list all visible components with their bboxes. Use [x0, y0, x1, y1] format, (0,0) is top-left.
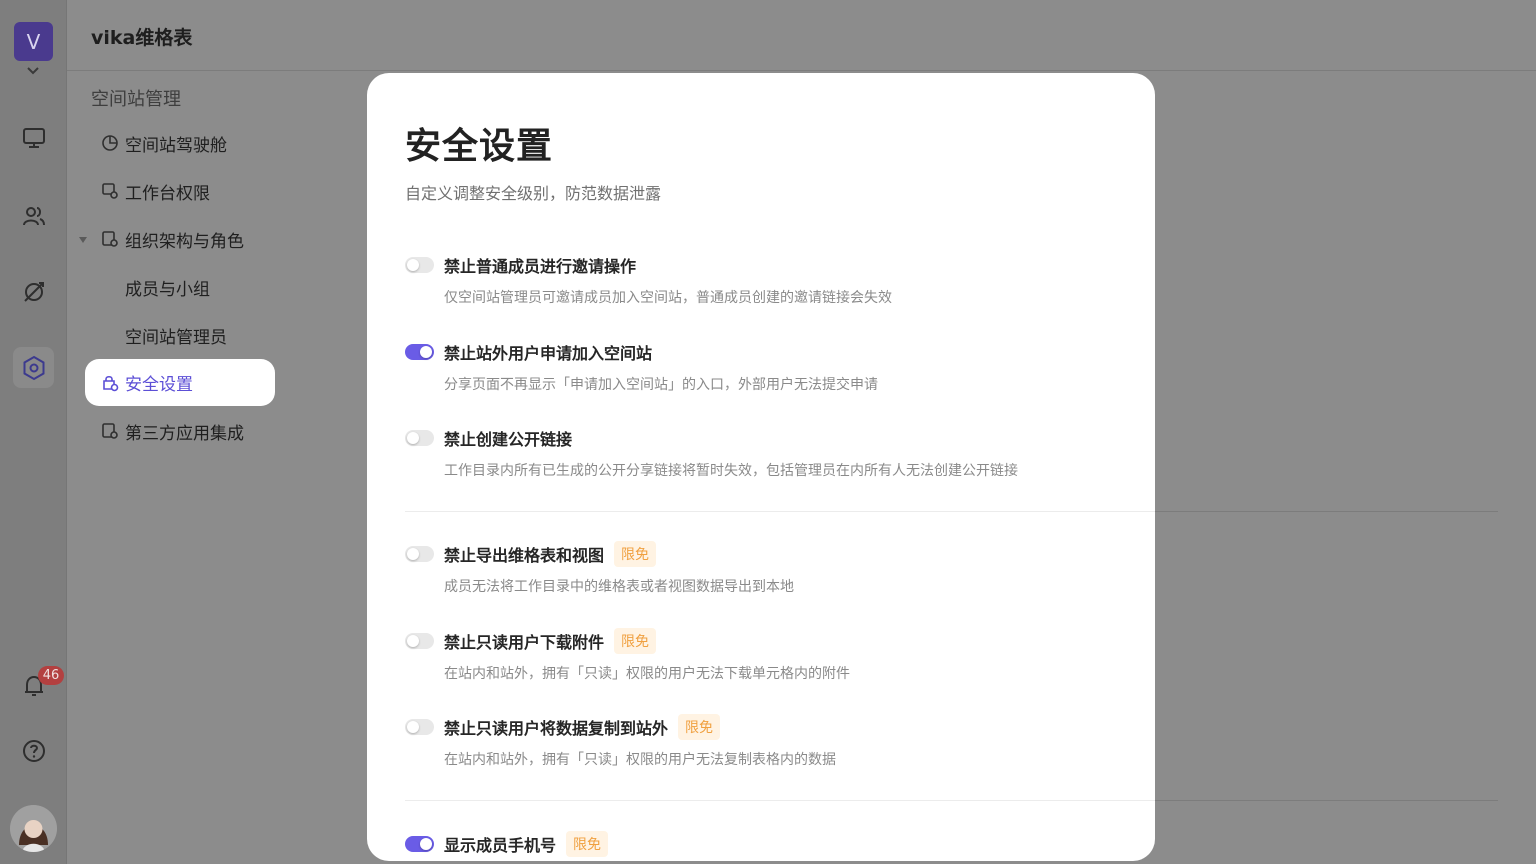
free-tag: 限免	[566, 831, 609, 857]
notification-badge: 46	[38, 666, 64, 685]
setting-label: 显示成员手机号	[444, 836, 557, 855]
org-icon	[101, 230, 119, 248]
sidebar-item-label: 组织架构与角色	[125, 231, 244, 252]
sidebar-item-label: 第三方应用集成	[125, 423, 244, 444]
background-divider	[1150, 511, 1498, 512]
setting-disable-invite: 禁止普通成员进行邀请操作 仅空间站管理员可邀请成员加入空间站，普通成员创建的邀请…	[405, 252, 1145, 307]
security-icon	[101, 374, 119, 392]
left-rail: V 46	[0, 0, 67, 864]
space-settings-nav-button[interactable]	[13, 347, 54, 388]
settings-sidebar: 空间站管理 空间站驾驶舱 工作台权限 组织架构与角色 成员与小组 空间站管理员 …	[67, 72, 367, 864]
sidebar-item-integrations[interactable]: 第三方应用集成	[85, 408, 275, 454]
free-tag: 限免	[614, 628, 657, 654]
sidebar-item-dashboard[interactable]: 空间站驾驶舱	[85, 120, 275, 166]
free-tag: 限免	[614, 541, 657, 567]
setting-label: 禁止只读用户下载附件	[444, 633, 605, 652]
sidebar-item-organization[interactable]: 组织架构与角色	[85, 216, 275, 262]
explore-nav-button[interactable]	[13, 271, 54, 312]
setting-label: 禁止普通成员进行邀请操作	[444, 257, 637, 276]
workbench-nav-button[interactable]	[13, 117, 54, 158]
sidebar-item-label: 成员与小组	[125, 279, 210, 300]
hexagon-settings-icon	[23, 355, 44, 380]
security-settings-modal: 安全设置 自定义调整安全级别，防范数据泄露 禁止普通成员进行邀请操作 仅空间站管…	[367, 73, 1155, 861]
toggle-switch[interactable]	[405, 257, 434, 273]
pie-chart-icon	[101, 134, 119, 152]
sidebar-item-label: 工作台权限	[125, 183, 210, 204]
sidebar-item-label: 空间站管理员	[125, 327, 227, 348]
toggle-switch[interactable]	[405, 430, 434, 446]
modal-title: 安全设置	[405, 126, 554, 167]
toggle-switch[interactable]	[405, 719, 434, 735]
sidebar-item-label: 空间站驾驶舱	[125, 135, 227, 156]
setting-label: 禁止导出维格表和视图	[444, 546, 605, 565]
toggle-switch[interactable]	[405, 836, 434, 852]
section-divider	[405, 800, 1155, 801]
sidebar-item-space-admins[interactable]: 空间站管理员	[85, 312, 275, 358]
setting-description: 分享页面不再显示「申请加入空间站」的入口，外部用户无法提交申请	[444, 377, 878, 393]
section-divider	[405, 511, 1155, 512]
integration-icon	[101, 422, 119, 440]
background-divider	[1150, 800, 1498, 801]
setting-label: 禁止只读用户将数据复制到站外	[444, 719, 669, 738]
app-title: vika维格表	[91, 27, 193, 49]
setting-show-phone: 显示成员手机号 限免	[405, 831, 1145, 857]
modal-subtitle: 自定义调整安全级别，防范数据泄露	[405, 184, 662, 203]
sidebar-item-members-groups[interactable]: 成员与小组	[85, 264, 275, 310]
workbench-icon	[101, 182, 119, 200]
people-icon	[22, 206, 45, 225]
chevron-down-icon[interactable]	[26, 66, 40, 76]
setting-description: 工作目录内所有已生成的公开分享链接将暂时失效，包括管理员在内所有人无法创建公开链…	[444, 463, 1018, 479]
toggle-switch[interactable]	[405, 546, 434, 562]
setting-disable-apply-join: 禁止站外用户申请加入空间站 分享页面不再显示「申请加入空间站」的入口，外部用户无…	[405, 339, 1145, 394]
setting-description: 在站内和站外，拥有「只读」权限的用户无法复制表格内的数据	[444, 752, 836, 768]
toggle-switch[interactable]	[405, 633, 434, 649]
rocket-icon	[23, 281, 44, 302]
setting-description: 成员无法将工作目录中的维格表或者视图数据导出到本地	[444, 579, 794, 595]
avatar-illustration-icon	[10, 805, 57, 852]
setting-disable-copy: 禁止只读用户将数据复制到站外 限免 在站内和站外，拥有「只读」权限的用户无法复制…	[405, 714, 1145, 769]
user-avatar[interactable]	[10, 805, 57, 852]
setting-description: 仅空间站管理员可邀请成员加入空间站，普通成员创建的邀请链接会失效	[444, 290, 892, 306]
monitor-icon	[22, 127, 45, 148]
sidebar-item-workbench-permissions[interactable]: 工作台权限	[85, 168, 275, 214]
sidebar-section-title: 空间站管理	[91, 89, 181, 110]
setting-label: 禁止站外用户申请加入空间站	[444, 344, 653, 363]
sidebar-item-security[interactable]: 安全设置	[85, 359, 275, 406]
setting-description: 在站内和站外，拥有「只读」权限的用户无法下载单元格内的附件	[444, 666, 850, 682]
help-icon	[22, 739, 45, 762]
toggle-switch[interactable]	[405, 344, 434, 360]
sidebar-item-label: 安全设置	[125, 375, 193, 395]
help-nav-button[interactable]	[13, 730, 54, 771]
setting-disable-public-link: 禁止创建公开链接 工作目录内所有已生成的公开分享链接将暂时失效，包括管理员在内所…	[405, 425, 1145, 480]
members-nav-button[interactable]	[13, 195, 54, 236]
setting-label: 禁止创建公开链接	[444, 430, 573, 449]
top-bar: vika维格表	[67, 0, 1536, 71]
setting-disable-download: 禁止只读用户下载附件 限免 在站内和站外，拥有「只读」权限的用户无法下载单元格内…	[405, 628, 1145, 683]
space-avatar[interactable]: V	[14, 22, 53, 61]
free-tag: 限免	[678, 714, 721, 740]
setting-disable-export: 禁止导出维格表和视图 限免 成员无法将工作目录中的维格表或者视图数据导出到本地	[405, 541, 1145, 596]
